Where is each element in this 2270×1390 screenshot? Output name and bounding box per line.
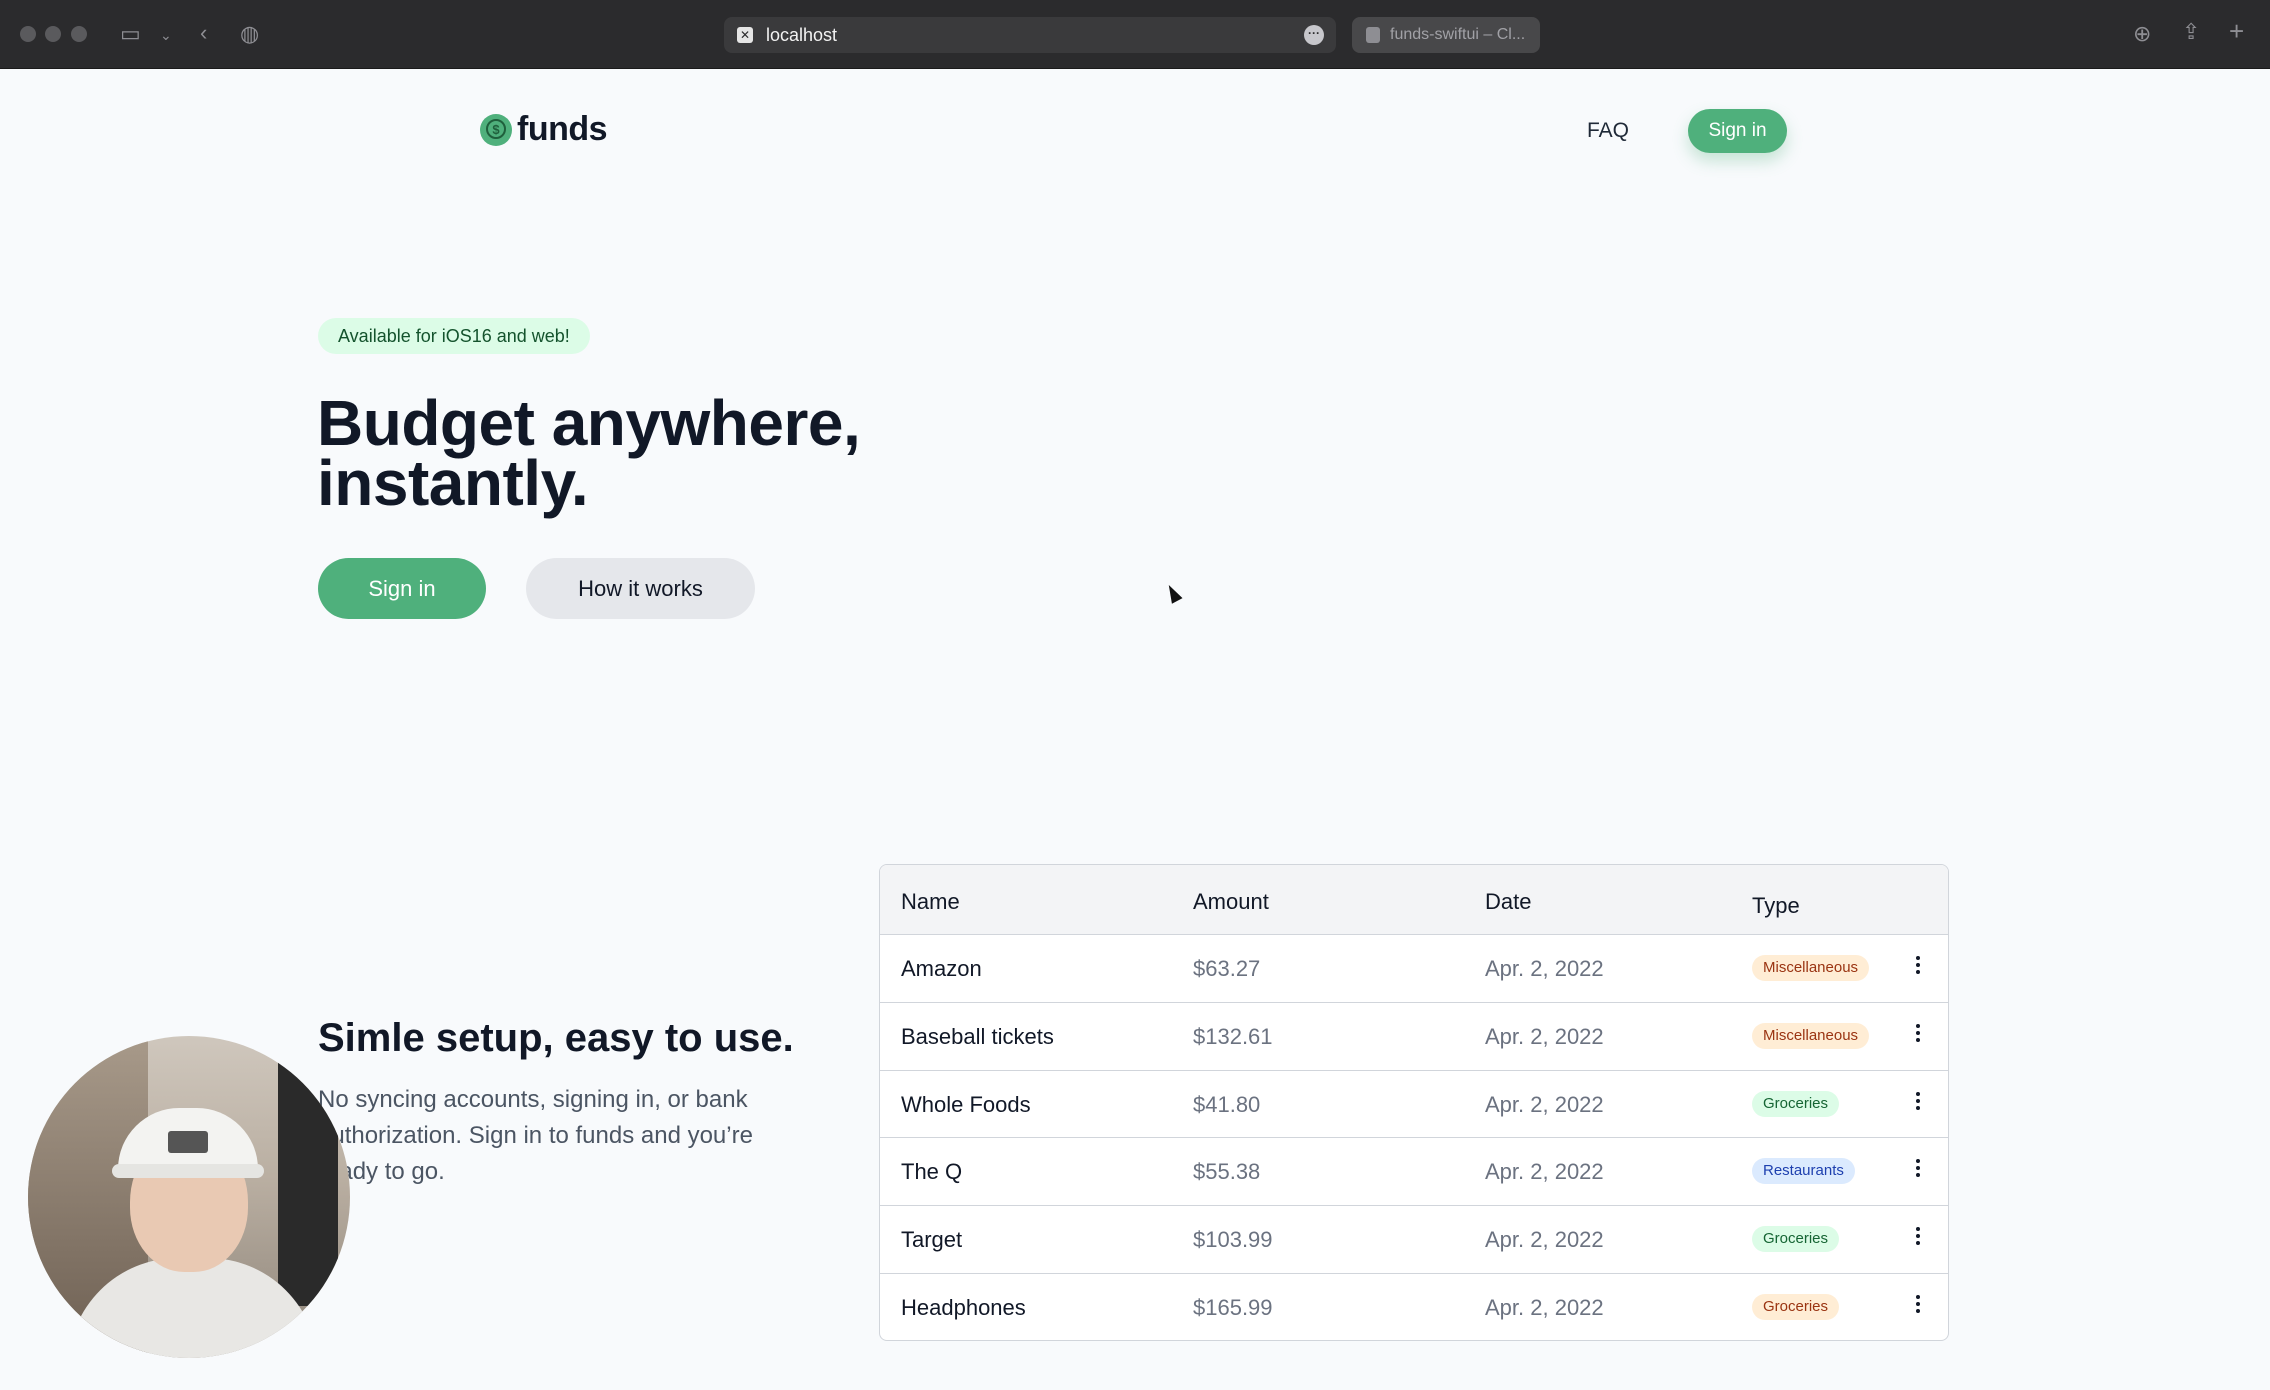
- transaction-date: Apr. 2, 2022: [1485, 1091, 1604, 1117]
- type-tag: Groceries: [1752, 1090, 1840, 1117]
- hero-signin-button[interactable]: Sign in: [318, 558, 486, 619]
- features-title: Simle setup, easy to use.: [318, 1016, 794, 1060]
- transaction-name: Headphones: [901, 1294, 1026, 1320]
- close-window-button[interactable]: [20, 26, 36, 42]
- transaction-amount: $55.38: [1193, 1159, 1261, 1185]
- sidebar-toggle-icon[interactable]: ▭: [120, 23, 141, 45]
- more-options-icon[interactable]: ···: [1304, 25, 1324, 45]
- type-tag: Restaurants: [1752, 1158, 1855, 1185]
- webcam-cap-patch: [168, 1131, 208, 1153]
- column-header-type: Type: [1752, 893, 1800, 918]
- transaction-amount: $103.99: [1193, 1227, 1273, 1253]
- table-header: Name Amount Date Type: [880, 865, 1948, 935]
- mouse-cursor-icon: [1163, 582, 1183, 604]
- hero-title: Budget anywhere, instantly.: [317, 391, 1017, 515]
- minimize-window-button[interactable]: [45, 26, 61, 42]
- zoom-window-button[interactable]: [71, 26, 87, 42]
- transaction-amount: $41.80: [1193, 1091, 1261, 1117]
- hero-title-line2: instantly.: [317, 447, 589, 519]
- row-menu-icon[interactable]: [1913, 1021, 1923, 1049]
- transaction-date: Apr. 2, 2022: [1485, 1023, 1604, 1049]
- table-row: Target $103.99 Apr. 2, 2022 Groceries: [880, 1206, 1948, 1274]
- type-tag: Groceries: [1752, 1226, 1840, 1253]
- logo-text: funds: [517, 110, 608, 148]
- browser-tab-title: funds-swiftui – Cl...: [1390, 26, 1526, 43]
- tab-favicon-icon: [1366, 27, 1380, 43]
- webcam-overlay: [28, 1036, 350, 1358]
- new-tab-icon[interactable]: +: [2229, 18, 2244, 44]
- row-menu-icon[interactable]: [1913, 1292, 1923, 1320]
- privacy-shield-icon[interactable]: ◍: [240, 23, 259, 45]
- transaction-amount: $165.99: [1193, 1294, 1273, 1320]
- back-icon[interactable]: ‹: [200, 22, 207, 44]
- faq-link[interactable]: FAQ: [1587, 119, 1629, 143]
- chevron-down-icon[interactable]: ⌄: [160, 24, 172, 46]
- row-menu-icon[interactable]: [1913, 1156, 1923, 1184]
- transaction-date: Apr. 2, 2022: [1485, 1159, 1604, 1185]
- download-icon[interactable]: ⊕: [2133, 23, 2151, 45]
- transaction-amount: $132.61: [1193, 1023, 1273, 1049]
- funds-logo[interactable]: funds: [480, 110, 608, 149]
- table-row: Headphones $165.99 Apr. 2, 2022 Grocerie…: [880, 1274, 1948, 1340]
- column-header-date: Date: [1485, 889, 1532, 914]
- row-menu-icon[interactable]: [1913, 1224, 1923, 1252]
- transaction-name: Whole Foods: [901, 1091, 1031, 1117]
- browser-tab[interactable]: funds-swiftui – Cl...: [1352, 17, 1540, 53]
- transaction-name: The Q: [901, 1159, 963, 1185]
- availability-badge: Available for iOS16 and web!: [318, 318, 590, 354]
- column-header-amount: Amount: [1193, 889, 1269, 914]
- table-row: Amazon $63.27 Apr. 2, 2022 Miscellaneous: [880, 935, 1948, 1003]
- share-icon[interactable]: ⇪: [2182, 21, 2200, 43]
- address-bar-url: localhost: [766, 25, 838, 45]
- table-row: Baseball tickets $132.61 Apr. 2, 2022 Mi…: [880, 1003, 1948, 1071]
- transaction-date: Apr. 2, 2022: [1485, 1227, 1604, 1253]
- table-row: Whole Foods $41.80 Apr. 2, 2022 Grocerie…: [880, 1071, 1948, 1139]
- features-description: No syncing accounts, signing in, or bank…: [318, 1086, 753, 1185]
- webcam-background-door: [278, 1056, 338, 1306]
- address-bar[interactable]: ✕ localhost ···: [724, 17, 1336, 53]
- transaction-name: Baseball tickets: [901, 1023, 1054, 1049]
- row-menu-icon[interactable]: [1913, 1089, 1923, 1117]
- webcam-person-cap-brim: [112, 1164, 264, 1178]
- transaction-name: Amazon: [901, 956, 982, 981]
- type-tag: Miscellaneous: [1752, 1022, 1870, 1049]
- dollar-coin-icon: [480, 113, 512, 146]
- transactions-table: Name Amount Date Type Amazon $63.27 Apr.…: [879, 864, 1949, 1341]
- table-row: The Q $55.38 Apr. 2, 2022 Restaurants: [880, 1138, 1948, 1207]
- transaction-date: Apr. 2, 2022: [1485, 1294, 1604, 1320]
- transaction-date: Apr. 2, 2022: [1485, 956, 1604, 981]
- column-header-name: Name: [901, 889, 960, 914]
- type-tag: Miscellaneous: [1752, 955, 1870, 981]
- browser-toolbar: ▭ ⌄ ‹ ◍ ✕ localhost ··· funds-swiftui – …: [0, 0, 2270, 69]
- type-tag: Groceries: [1752, 1293, 1840, 1320]
- row-menu-icon[interactable]: [1913, 953, 1923, 981]
- site-favicon-icon: ✕: [737, 27, 753, 43]
- how-it-works-button[interactable]: How it works: [526, 558, 755, 619]
- transaction-amount: $63.27: [1193, 956, 1261, 981]
- transaction-name: Target: [901, 1227, 963, 1253]
- nav-signin-button[interactable]: Sign in: [1688, 109, 1787, 153]
